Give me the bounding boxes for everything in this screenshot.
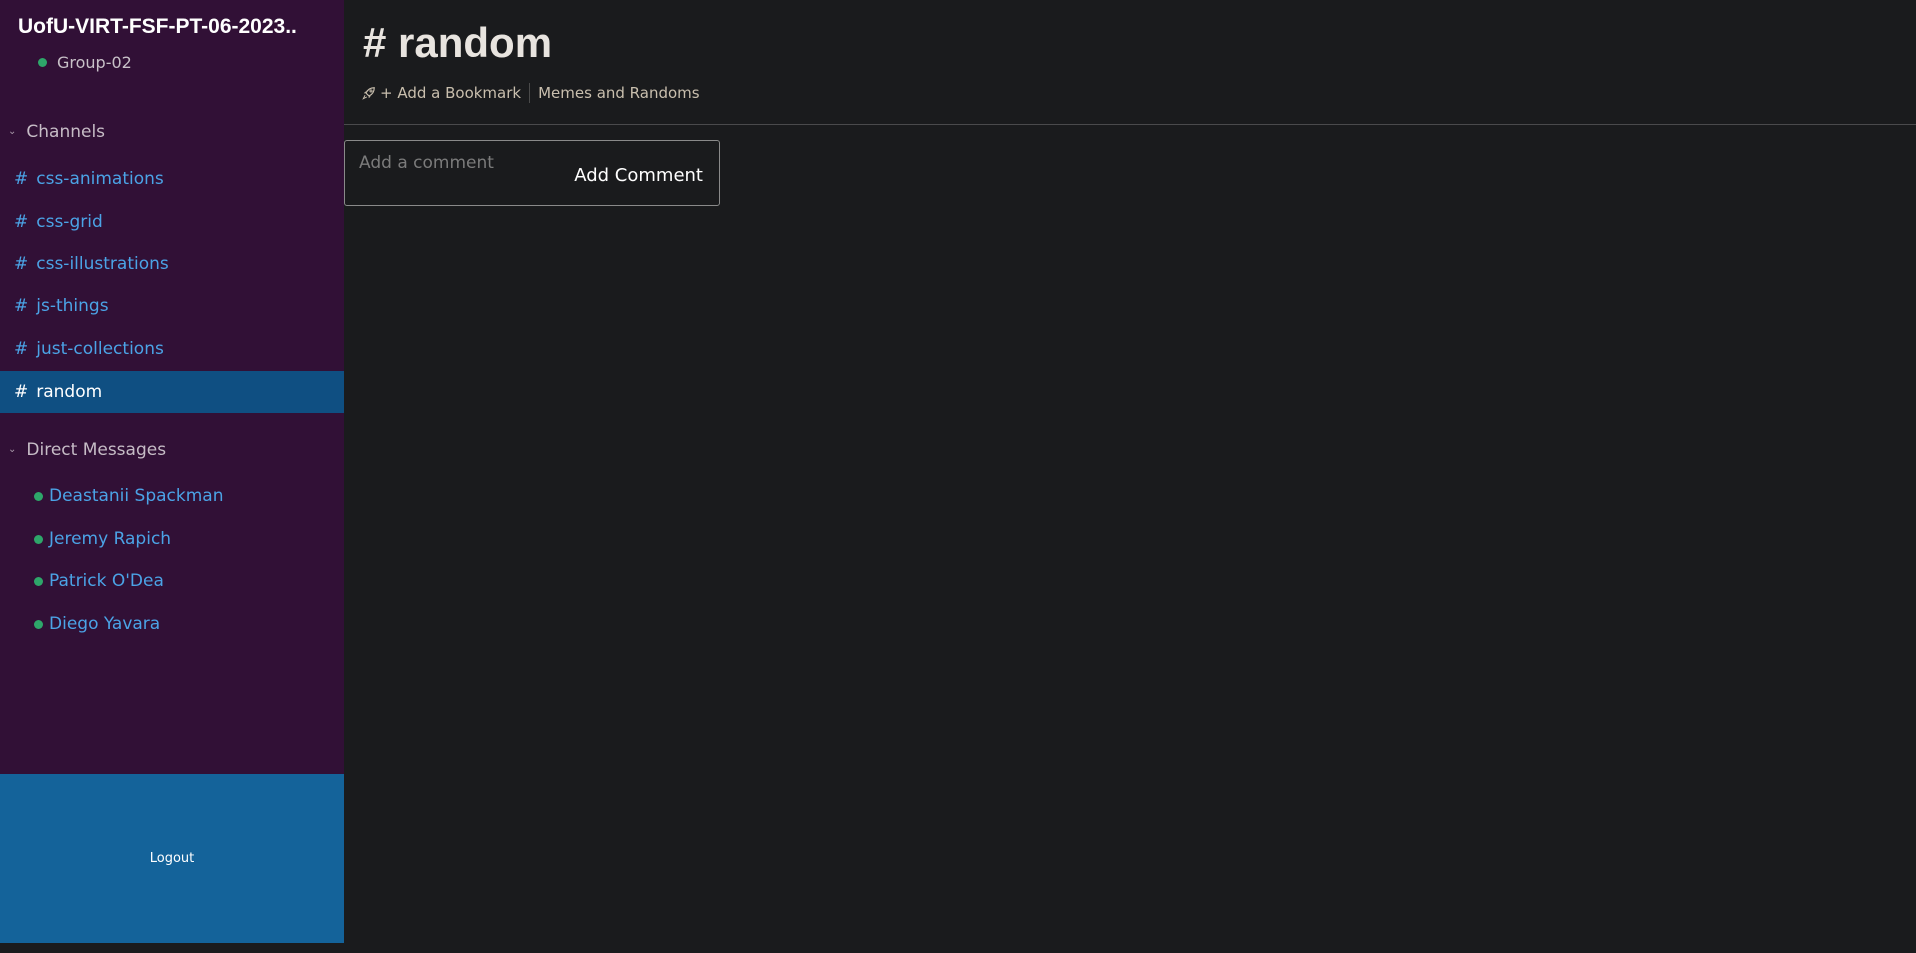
- add-bookmark-button[interactable]: + Add a Bookmark: [362, 84, 521, 102]
- channel-item[interactable]: # css-animations: [0, 158, 344, 200]
- channels-header-label: Channels: [26, 122, 106, 142]
- add-bookmark-label: + Add a Bookmark: [380, 84, 522, 102]
- workspace-name[interactable]: UofU-VIRT-FSF-PT-06-2023..: [18, 15, 297, 39]
- channel-item[interactable]: # css-illustrations: [0, 243, 344, 285]
- dm-item[interactable]: Diego Yavara: [34, 614, 160, 634]
- channel-item-active[interactable]: # random: [0, 371, 344, 413]
- dm-item[interactable]: Deastanii Spackman: [34, 486, 223, 506]
- channel-item[interactable]: # js-things: [0, 285, 344, 327]
- channel-hash: #: [14, 296, 29, 316]
- sidebar: UofU-VIRT-FSF-PT-06-2023.. Group-02 ⌄ Ch…: [0, 0, 344, 774]
- logout-button[interactable]: Logout: [150, 851, 195, 866]
- channel-hash: #: [14, 382, 29, 402]
- channel-name: css-illustrations: [36, 254, 169, 274]
- channel-name: css-grid: [36, 212, 103, 232]
- presence-dot-icon: [34, 619, 43, 629]
- channel-item[interactable]: # just-collections: [0, 328, 344, 370]
- bookmark-divider: [529, 83, 531, 103]
- comment-input[interactable]: [359, 153, 559, 173]
- dm-name: Patrick O'Dea: [49, 571, 164, 591]
- header-divider: [344, 124, 1916, 125]
- comment-form: Add Comment: [344, 140, 720, 206]
- presence-dot-icon: [34, 534, 43, 544]
- channel-hash: #: [14, 169, 29, 189]
- dm-name: Diego Yavara: [49, 614, 161, 634]
- group-status: Group-02: [38, 53, 132, 72]
- chevron-down-icon: ⌄: [8, 125, 17, 137]
- dm-name: Jeremy Rapich: [49, 529, 172, 549]
- channel-item[interactable]: # css-grid: [0, 201, 344, 243]
- channel-name: random: [36, 382, 103, 402]
- presence-dot-icon: [34, 576, 43, 586]
- channel-name: css-animations: [36, 169, 164, 189]
- dm-name: Deastanii Spackman: [49, 486, 224, 506]
- channel-name: js-things: [36, 296, 109, 316]
- group-label: Group-02: [57, 53, 132, 72]
- presence-dot-icon: [38, 58, 47, 67]
- add-comment-button[interactable]: Add Comment: [574, 165, 703, 186]
- bookmark-bar: + Add a Bookmark Memes and Randoms: [362, 83, 700, 103]
- bookmark-link[interactable]: Memes and Randoms: [538, 84, 700, 102]
- dm-header[interactable]: ⌄ Direct Messages: [8, 440, 166, 460]
- presence-dot-icon: [34, 491, 43, 501]
- logout-panel: Logout: [0, 774, 344, 943]
- channel-title: # random: [363, 19, 553, 66]
- channel-hash: #: [14, 212, 29, 232]
- dm-item[interactable]: Patrick O'Dea: [34, 571, 164, 591]
- channel-name: just-collections: [36, 339, 164, 359]
- chevron-down-icon: ⌄: [8, 443, 17, 455]
- rocket-icon: [362, 87, 375, 100]
- channels-header[interactable]: ⌄ Channels: [8, 122, 105, 142]
- dm-item[interactable]: Jeremy Rapich: [34, 529, 171, 549]
- channel-hash: #: [14, 339, 29, 359]
- channel-hash: #: [14, 254, 29, 274]
- dm-header-label: Direct Messages: [26, 440, 167, 460]
